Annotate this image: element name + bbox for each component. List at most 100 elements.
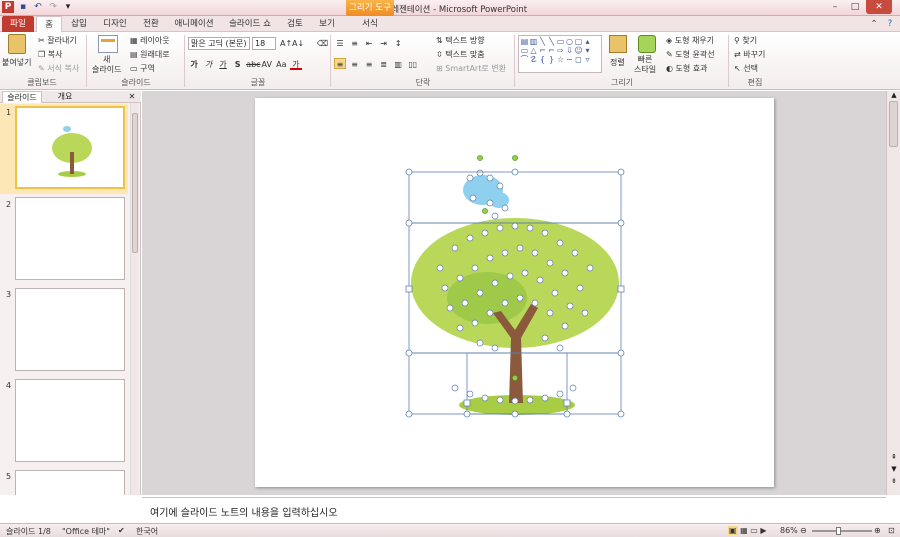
clear-format-icon[interactable]: ⌫: [317, 38, 329, 49]
quick-styles-icon[interactable]: [638, 35, 656, 53]
arrow-right-shape-icon[interactable]: ⇨: [556, 46, 565, 55]
next-slide-icon[interactable]: ⇟: [888, 477, 900, 487]
connector-shape-icon[interactable]: ⌐: [538, 46, 547, 55]
font-name-select[interactable]: 맑은 고딕 (본문): [188, 37, 250, 50]
triangle-shape-icon[interactable]: △: [529, 46, 538, 55]
more-shapes-icon[interactable]: ▿: [583, 55, 592, 64]
arrange-button[interactable]: 정렬: [610, 57, 625, 68]
find-button[interactable]: ⚲ 찾기: [734, 35, 757, 46]
notes-placeholder[interactable]: 여기에 슬라이드 노트의 내용을 입력하십시오: [150, 504, 338, 519]
customize-qa-icon[interactable]: ▾: [62, 1, 74, 13]
spellcheck-icon[interactable]: ✔: [118, 526, 125, 535]
bold-icon[interactable]: 가: [188, 59, 200, 70]
grow-font-icon[interactable]: A↑: [280, 38, 292, 49]
slide[interactable]: [255, 98, 774, 487]
slide-thumbnail-4[interactable]: [15, 379, 125, 462]
quick-styles-button[interactable]: 빠른 스타일: [634, 55, 656, 75]
slide-thumbnail-1[interactable]: [15, 106, 125, 189]
align-center-icon[interactable]: ≡: [349, 59, 361, 70]
line-spacing-icon[interactable]: ↕: [392, 38, 404, 49]
scroll-up-icon[interactable]: ▲: [888, 91, 900, 101]
tab-slideshow[interactable]: 슬라이드 쇼: [224, 16, 276, 32]
line-shape-icon[interactable]: ╲: [538, 37, 547, 46]
tab-slides[interactable]: 슬라이드: [2, 91, 42, 103]
zoom-in-icon[interactable]: ⊕: [874, 526, 881, 535]
tab-file[interactable]: 파일: [2, 16, 34, 32]
slide-scrollbar[interactable]: ▲ ⇞ ▼ ⇟: [886, 91, 900, 495]
line2-shape-icon[interactable]: ╲: [547, 37, 556, 46]
scroll-down-icon[interactable]: ▼: [888, 465, 900, 475]
notes-pane[interactable]: 여기에 슬라이드 노트의 내용을 입력하십시오: [142, 497, 886, 523]
underline-icon[interactable]: 가: [217, 59, 229, 70]
wave-shape-icon[interactable]: ∼: [565, 55, 574, 64]
select-button[interactable]: ↖ 선택: [734, 63, 758, 74]
callout-shape-icon[interactable]: ◻: [574, 55, 583, 64]
arrow-down-shape-icon[interactable]: ⇩: [565, 46, 574, 55]
slideshow-view-icon[interactable]: ▶: [760, 526, 766, 535]
maximize-button[interactable]: □: [846, 0, 864, 14]
char-spacing-icon[interactable]: AV: [261, 59, 273, 70]
bracket-shape-icon[interactable]: {: [538, 55, 547, 64]
change-case-icon[interactable]: Aa: [275, 59, 287, 70]
theme-name[interactable]: "Office 테마": [62, 526, 110, 537]
zoom-level[interactable]: 86%: [780, 526, 798, 535]
align-text-button[interactable]: ⇳ 텍스트 맞춤: [436, 49, 485, 60]
normal-view-icon[interactable]: ▣: [728, 526, 738, 535]
scroll-up-icon[interactable]: ▴: [583, 37, 592, 46]
shape-effects-button[interactable]: ◐ 도형 효과: [666, 63, 708, 74]
textbox-shape-icon[interactable]: ▤: [520, 37, 529, 46]
columns-icon[interactable]: ▯▯: [407, 59, 419, 70]
close-button[interactable]: ✕: [866, 0, 892, 14]
redo-icon[interactable]: ↷: [47, 1, 59, 13]
undo-icon[interactable]: ↶: [32, 1, 44, 13]
help-icon[interactable]: ?: [884, 16, 896, 32]
tab-review[interactable]: 검토: [282, 16, 308, 32]
arrange-icon[interactable]: [609, 35, 627, 53]
save-icon[interactable]: ▪: [17, 1, 29, 13]
decrease-indent-icon[interactable]: ⇤: [363, 38, 375, 49]
tab-format[interactable]: 서식: [352, 16, 388, 32]
slide-thumbnail-2[interactable]: [15, 197, 125, 280]
tab-design[interactable]: 디자인: [98, 16, 132, 32]
zoom-slider-thumb[interactable]: [836, 527, 841, 535]
sorter-view-icon[interactable]: ▦: [740, 526, 748, 535]
tab-insert[interactable]: 삽입: [66, 16, 92, 32]
slide-thumbnail-3[interactable]: [15, 288, 125, 371]
strike-icon[interactable]: abc: [246, 59, 260, 70]
panel-close-icon[interactable]: ✕: [126, 91, 138, 103]
prev-slide-icon[interactable]: ⇞: [888, 453, 900, 463]
panel-scrollbar[interactable]: [130, 103, 139, 495]
connector2-shape-icon[interactable]: ⌐: [547, 46, 556, 55]
reset-button[interactable]: ▤ 원래대로: [130, 49, 170, 60]
section-button[interactable]: ▭ 구역: [130, 63, 155, 74]
tab-home[interactable]: 홈: [36, 16, 62, 33]
shape-fill-button[interactable]: ◈ 도형 채우기: [666, 35, 714, 46]
reading-view-icon[interactable]: ▭: [750, 526, 758, 535]
increase-indent-icon[interactable]: ⇥: [378, 38, 390, 49]
vertical-textbox-shape-icon[interactable]: ▥: [529, 37, 538, 46]
bracket2-shape-icon[interactable]: }: [547, 55, 556, 64]
distributed-icon[interactable]: ▥: [392, 59, 404, 70]
scroll-down-icon[interactable]: ▾: [583, 46, 592, 55]
bullets-icon[interactable]: ☰: [334, 38, 346, 49]
minimize-button[interactable]: –: [826, 0, 844, 14]
shapes-gallery[interactable]: ▤ ▥ ╲ ╲ ▭ ○ ▢ ▴ ▭ △ ⌐ ⌐ ⇨ ⇩ ☺ ▾ ⌒ ☡ { } …: [518, 35, 602, 73]
align-right-icon[interactable]: ≡: [363, 59, 375, 70]
text-direction-button[interactable]: ⇅ 텍스트 방향: [436, 35, 485, 46]
tree-illustration[interactable]: [255, 98, 774, 487]
zoom-slider[interactable]: [812, 530, 872, 532]
slide-scroll-thumb[interactable]: [889, 101, 898, 147]
shrink-font-icon[interactable]: A↓: [292, 38, 304, 49]
tab-animations[interactable]: 애니메이션: [170, 16, 218, 32]
rect2-shape-icon[interactable]: ▭: [520, 46, 529, 55]
new-slide-icon[interactable]: [98, 35, 118, 53]
numbering-icon[interactable]: ≡: [349, 38, 361, 49]
font-color-icon[interactable]: 가: [289, 59, 302, 70]
justify-icon[interactable]: ≣: [378, 59, 390, 70]
shape-outline-button[interactable]: ✎ 도형 윤곽선: [666, 49, 715, 60]
font-size-select[interactable]: 18: [252, 37, 276, 50]
paste-button[interactable]: 붙여넣기: [2, 57, 31, 68]
tab-transitions[interactable]: 전환: [138, 16, 164, 32]
italic-icon[interactable]: 가: [203, 59, 215, 70]
fit-to-window-icon[interactable]: ⊡: [888, 526, 895, 535]
